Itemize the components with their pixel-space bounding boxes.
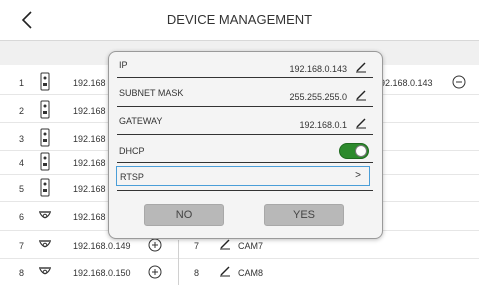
add-circle-icon[interactable] [148,265,162,279]
toggle-knob [355,145,367,157]
row-number: 1 [19,78,25,88]
device-ip: 192.168 [73,106,106,116]
edit-pencil-icon[interactable] [355,117,367,129]
camera-name: CAM8 [238,268,264,278]
dhcp-label: DHCP [119,146,145,156]
edit-pencil-icon[interactable] [219,238,231,250]
row-divider [117,134,373,135]
row-number: 5 [19,184,25,194]
ip-row: IP 192.168.0.143 [117,56,373,78]
row-divider [117,190,373,191]
device-ip: 192.168 [73,212,106,222]
doorbell-icon [40,72,50,91]
dhcp-toggle[interactable] [339,143,369,159]
remove-circle-icon[interactable] [452,75,466,89]
edit-pencil-icon[interactable] [355,61,367,73]
device-ip: 192.168 [73,134,106,144]
doorbell-icon [40,152,50,171]
page-title: DEVICE MANAGEMENT [166,12,313,27]
row-number: 7 [19,241,25,251]
row-number: 8 [19,268,25,278]
column-divider [178,240,179,285]
network-settings-dialog: IP 192.168.0.143 SUBNET MASK 255.255.255… [108,51,383,239]
gateway-row: GATEWAY 192.168.0.1 [117,112,373,134]
doorbell-icon [40,128,50,147]
row-divider [117,77,373,78]
subnet-mask-row: SUBNET MASK 255.255.255.0 [117,84,373,106]
edit-pencil-icon[interactable] [355,89,367,101]
list-item[interactable]: 8 192.168.0.150 8 CAM8 [0,260,479,284]
subnet-mask-value: 255.255.255.0 [289,92,347,102]
rtsp-label: RTSP [120,172,144,182]
dome-camera-icon [39,211,51,219]
row-divider [117,162,373,163]
row-number: 6 [19,212,25,222]
channel-number: 8 [194,268,200,278]
doorbell-icon [40,100,50,119]
camera-name: CAM7 [238,241,264,251]
ip-value: 192.168.0.143 [289,64,347,74]
row-divider [117,106,373,107]
device-ip: 192.168.0.150 [73,268,131,278]
row-number: 2 [19,106,25,116]
dhcp-row: DHCP [117,140,373,162]
gateway-label: GATEWAY [119,116,163,126]
dome-camera-icon [39,267,51,275]
row-number: 4 [19,158,25,168]
row-number: 3 [19,134,25,144]
header-bar: DEVICE MANAGEMENT [0,0,479,41]
device-ip: 192.168.0.149 [73,241,131,251]
add-circle-icon[interactable] [148,238,162,252]
no-button[interactable]: NO [144,204,224,226]
chevron-right-icon: > [355,170,361,181]
edit-pencil-icon[interactable] [219,265,231,277]
device-ip: 192.168 [73,184,106,194]
device-ip: 192.168 [73,158,106,168]
device-ip: 192.168 [73,78,106,88]
doorbell-icon [40,178,50,197]
ip-label: IP [119,60,128,70]
channel-number: 7 [194,241,200,251]
subnet-mask-label: SUBNET MASK [119,88,184,98]
row-divider [0,258,479,259]
yes-button[interactable]: YES [264,204,344,226]
dome-camera-icon [39,240,51,248]
gateway-value: 192.168.0.1 [299,120,347,130]
rtsp-row[interactable]: RTSP > [116,166,370,186]
device-ip-right: 92.168.0.143 [380,78,433,88]
